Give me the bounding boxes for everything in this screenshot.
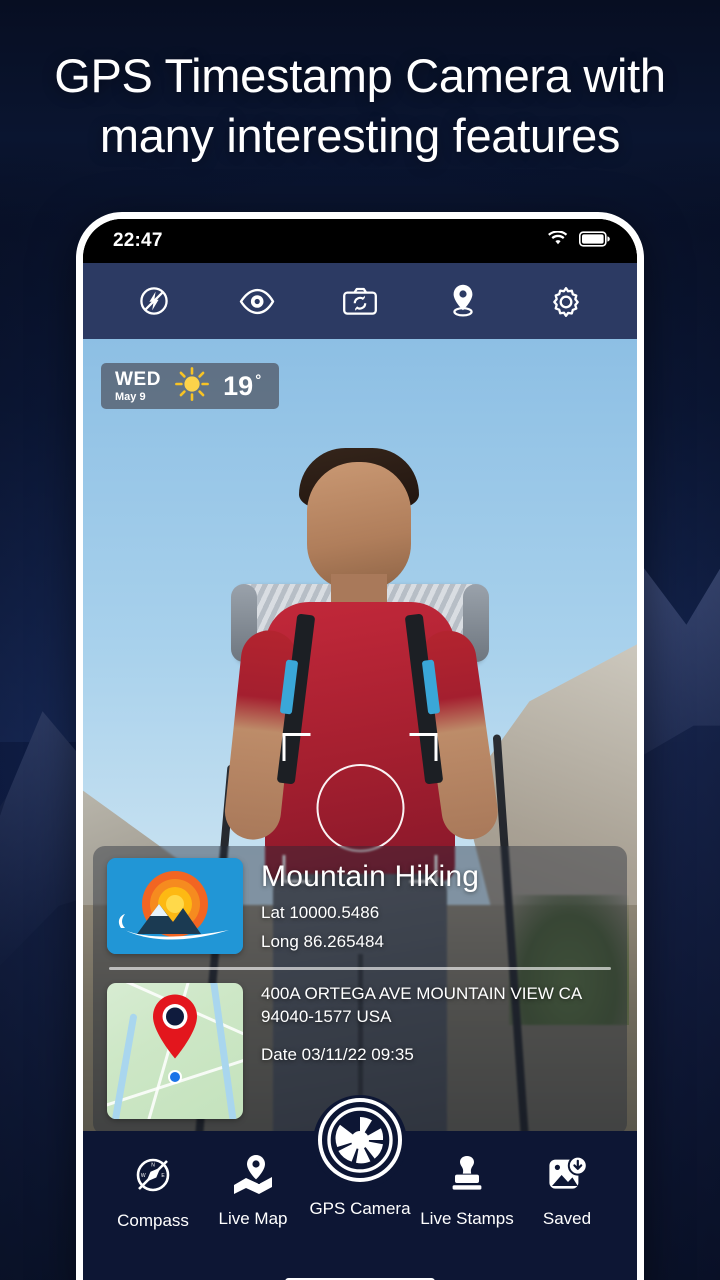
svg-text:W: W [141,1173,146,1179]
svg-text:E: E [161,1173,165,1179]
camera-top-toolbar [83,263,637,339]
status-bar-clock: 22:47 [113,230,163,251]
mountain-sunrise-logo [107,858,243,954]
weather-weekday: WED [115,368,162,390]
nav-label-live-stamps: Live Stamps [420,1209,514,1228]
nav-label-gps-camera: GPS Camera [309,1199,411,1218]
bottom-navigation-bar: NW E Compass Live Map GPS Camera Live Sta… [83,1095,637,1280]
gps-stamp-overlay: Mountain Hiking Lat 10000.5486 Long 86.2… [93,846,627,1135]
status-bar: 22:47 [83,219,637,263]
nav-item-saved[interactable]: Saved [519,1153,615,1229]
stamp-datetime: Date 03/11/22 09:35 [261,1044,414,1064]
live-map-icon [230,1153,276,1200]
flash-off-icon[interactable] [131,278,177,324]
battery-full-icon [579,230,611,252]
weather-widget[interactable]: WED May 9 19 ° [101,363,280,409]
nav-label-live-map: Live Map [218,1209,288,1228]
compass-icon: NW E [131,1153,175,1202]
map-river [209,983,238,1119]
nav-label-saved: Saved [542,1209,592,1228]
gps-camera-shutter-icon [316,1096,404,1189]
map-river [111,1013,138,1119]
focus-corner-top-left [282,733,311,761]
map-location-pin-icon [147,993,203,1066]
focus-ring [316,764,404,852]
stamp-longitude: Long 86.265484 [261,932,384,951]
page-headline: GPS Timestamp Camera with many interesti… [54,49,666,163]
phone-mockup: 22:47 WED May 9 19 ° Mountain Hiking Lat… [76,212,644,1280]
live-stamps-icon [446,1153,488,1200]
camera-switch-icon[interactable] [337,278,383,324]
svg-text:N: N [151,1162,155,1168]
eye-preview-icon[interactable] [234,278,280,324]
nav-label-compass: Compass [117,1211,189,1230]
stamp-address-block: 400A ORTEGA AVE MOUNTAIN VIEW CA 94040-1… [261,983,613,1065]
weather-temperature-block: 19 ° [223,371,261,402]
nav-item-compass[interactable]: NW E Compass [105,1153,201,1231]
camera-viewfinder[interactable]: WED May 9 19 ° Mountain Hiking Lat 10000… [83,339,637,1145]
status-bar-system-icons [548,230,611,252]
nav-item-live-map[interactable]: Live Map [205,1153,301,1229]
focus-corner-top-right [409,733,438,761]
stamp-latitude: Lat 10000.5486 [261,903,380,922]
stamp-address: 400A ORTEGA AVE MOUNTAIN VIEW CA 94040-1… [261,984,582,1026]
saved-icon [546,1153,588,1200]
sun-icon [174,366,210,407]
hiker-head [307,462,411,590]
weather-degree-symbol: ° [255,371,262,389]
location-pin-icon[interactable] [440,278,486,324]
settings-gear-icon[interactable] [543,278,589,324]
weather-day-block: WED May 9 [115,370,161,403]
bottom-nav-row: NW E Compass Live Map GPS Camera Live Sta… [83,1095,637,1280]
map-thumbnail[interactable] [107,983,243,1119]
stamp-title-block: Mountain Hiking Lat 10000.5486 Long 86.2… [261,858,479,952]
wifi-icon [548,230,568,251]
phone-screen: 22:47 WED May 9 19 ° Mountain Hiking Lat… [83,219,637,1280]
stamp-title: Mountain Hiking [261,860,480,893]
stamp-divider [109,967,611,970]
nav-item-gps-camera[interactable]: GPS Camera [305,1095,415,1219]
weather-date: May 9 [115,390,146,403]
weather-temperature: 19 [223,370,254,401]
nav-item-live-stamps[interactable]: Live Stamps [419,1153,515,1229]
map-current-position-dot [168,1070,182,1085]
stamp-title-row: Mountain Hiking Lat 10000.5486 Long 86.2… [107,858,613,954]
gps-camera-shutter-button[interactable] [313,1095,407,1189]
